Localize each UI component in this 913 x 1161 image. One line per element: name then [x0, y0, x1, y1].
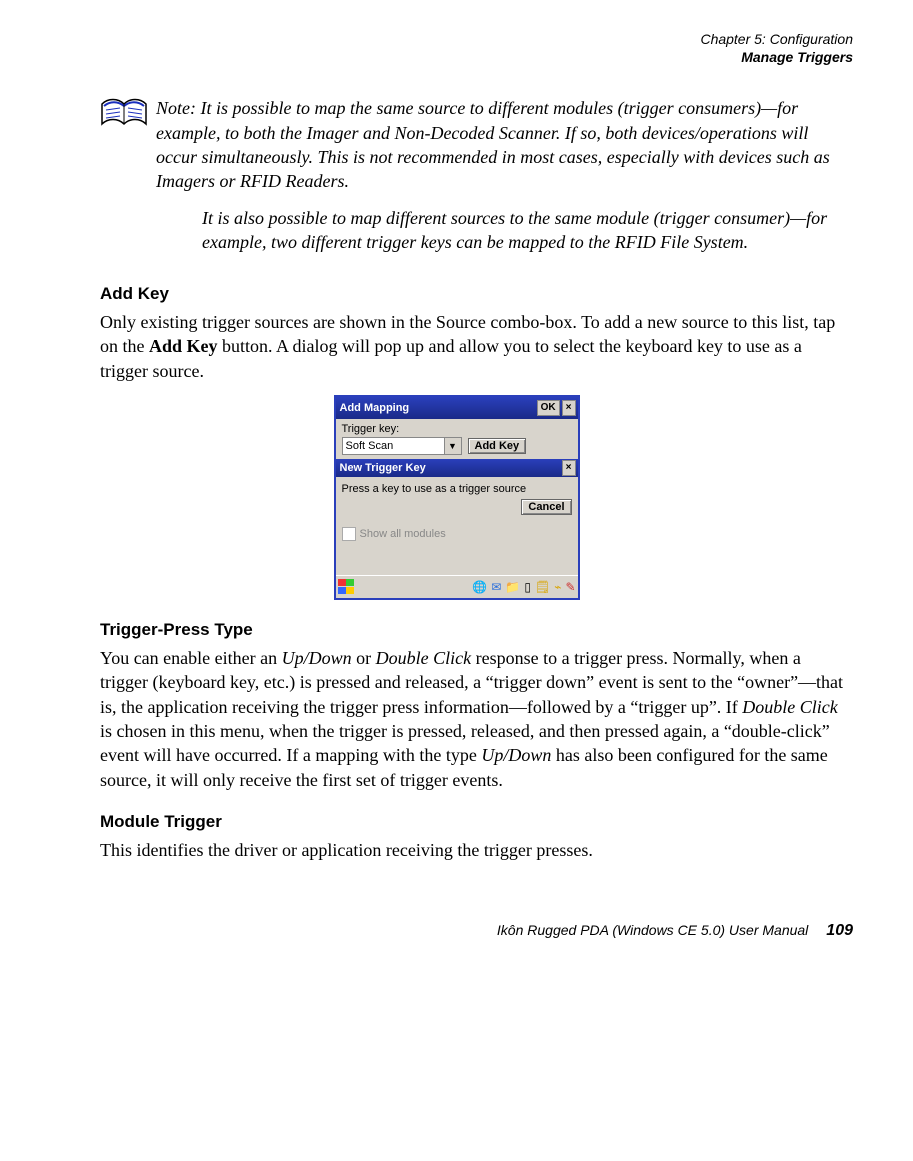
page-footer: Ikôn Rugged PDA (Windows CE 5.0) User Ma… — [60, 922, 853, 940]
text: or — [352, 648, 376, 668]
page-number: 109 — [826, 922, 853, 940]
body-module-trigger: This identifies the driver or applicatio… — [100, 838, 853, 862]
embedded-screenshot: Add Mapping OK × Trigger key: Soft Scan … — [60, 395, 853, 600]
text-italic: Up/Down — [282, 648, 352, 668]
checkbox-icon[interactable] — [342, 527, 356, 541]
inner-titlebar: New Trigger Key × — [336, 459, 578, 477]
start-icon[interactable] — [338, 579, 356, 595]
folder-icon[interactable]: 📁 — [505, 580, 520, 594]
mail-icon[interactable]: ✉ — [491, 580, 501, 594]
page-header: Chapter 5: Configuration Manage Triggers — [60, 30, 853, 66]
body-add-key: Only existing trigger sources are shown … — [100, 310, 853, 383]
signal-icon[interactable]: ▯ — [524, 580, 531, 594]
close-icon[interactable]: × — [562, 400, 576, 416]
header-section: Manage Triggers — [60, 48, 853, 66]
trigger-key-label: Trigger key: — [342, 423, 572, 435]
ok-button[interactable]: OK — [537, 400, 560, 416]
add-mapping-dialog: Add Mapping OK × Trigger key: Soft Scan … — [334, 395, 580, 600]
note-label: Note: — [156, 98, 196, 118]
globe-icon[interactable]: 🌐 — [472, 580, 487, 594]
inner-window-title: New Trigger Key — [338, 462, 560, 474]
note-paragraph-1: It is possible to map the same source to… — [156, 98, 830, 191]
inner-prompt: Press a key to use as a trigger source — [342, 483, 572, 495]
heading-add-key: Add Key — [100, 284, 853, 304]
window-title: Add Mapping — [338, 402, 535, 414]
text-italic: Double Click — [376, 648, 471, 668]
heading-trigger-press-type: Trigger-Press Type — [100, 620, 853, 640]
body-trigger-press: You can enable either an Up/Down or Doub… — [100, 646, 853, 792]
pen-icon[interactable]: ✎ — [565, 580, 575, 594]
combo-value: Soft Scan — [346, 440, 394, 452]
key-icon[interactable]: ⌁ — [554, 580, 561, 594]
header-chapter: Chapter 5: Configuration — [60, 30, 853, 48]
show-all-modules-row[interactable]: Show all modules — [342, 527, 572, 541]
note-icon[interactable]: 🗒 — [535, 580, 550, 594]
titlebar: Add Mapping OK × — [336, 397, 578, 419]
system-tray: 🌐 ✉ 📁 ▯ 🗒 ⌁ ✎ — [472, 580, 575, 594]
cancel-button[interactable]: Cancel — [521, 499, 571, 515]
chevron-down-icon[interactable]: ▼ — [444, 438, 461, 454]
footer-text: Ikôn Rugged PDA (Windows CE 5.0) User Ma… — [497, 922, 808, 938]
book-icon — [100, 96, 148, 135]
heading-module-trigger: Module Trigger — [100, 812, 853, 832]
note-block: Note: It is possible to map the same sou… — [100, 96, 853, 254]
text-bold: Add Key — [149, 336, 218, 356]
trigger-key-combo[interactable]: Soft Scan ▼ — [342, 437, 462, 455]
note-paragraph-2: It is also possible to map different sou… — [156, 206, 853, 255]
show-all-label: Show all modules — [360, 528, 446, 540]
add-key-button[interactable]: Add Key — [468, 438, 527, 454]
text: You can enable either an — [100, 648, 282, 668]
note-text: Note: It is possible to map the same sou… — [156, 96, 853, 254]
text-italic: Up/Down — [481, 745, 551, 765]
text-italic: Double Click — [742, 697, 837, 717]
close-icon[interactable]: × — [562, 460, 576, 476]
taskbar: 🌐 ✉ 📁 ▯ 🗒 ⌁ ✎ — [336, 575, 578, 598]
